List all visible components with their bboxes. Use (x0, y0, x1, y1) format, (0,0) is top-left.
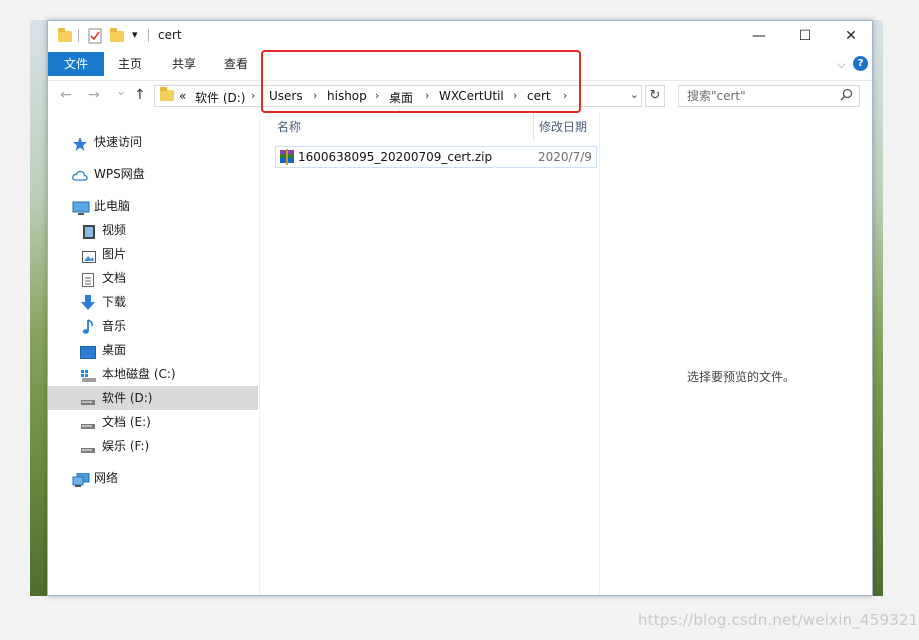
file-date-modified: 2020/7/9 (538, 150, 592, 164)
breadcrumb-users[interactable]: Users (269, 89, 303, 103)
search-box[interactable] (678, 85, 860, 107)
close-button[interactable]: ✕ (828, 21, 872, 51)
up-button[interactable]: ↑ (134, 87, 146, 103)
back-button[interactable]: ← (60, 87, 72, 103)
computer-icon (72, 199, 90, 215)
address-dropdown-icon[interactable]: ⌄ (630, 88, 639, 101)
column-header-date-modified[interactable]: 修改日期 (539, 118, 587, 135)
sidebar-item-videos[interactable]: 视频 (48, 218, 258, 242)
column-divider[interactable] (533, 112, 534, 142)
new-folder-icon[interactable] (110, 28, 124, 44)
cloud-icon (72, 167, 88, 181)
winrar-archive-icon (279, 149, 295, 165)
title-divider (148, 29, 149, 42)
sidebar-item-label: 文档 (E:) (102, 415, 151, 429)
sidebar-item-label: 软件 (D:) (102, 391, 153, 405)
tab-home[interactable]: 主页 (110, 52, 150, 76)
music-icon (82, 319, 98, 334)
network-icon (72, 471, 90, 487)
picture-icon (82, 247, 98, 263)
forward-button[interactable]: → (88, 87, 100, 103)
breadcrumb-desktop[interactable]: 桌面 (389, 89, 413, 106)
sidebar-item-label: 本地磁盘 (C:) (102, 367, 176, 381)
window-title: cert (158, 28, 182, 42)
watermark-text: https://blog.csdn.net/weixin_45932157 (638, 611, 919, 629)
file-list-pane: ^ 名称 修改日期 1600638095_20200709_cert.zip 2… (261, 110, 598, 595)
file-explorer-window: ▾ cert — ☐ ✕ 文件 主页 共享 查看 ⌵ ? ← → ⌄ ↑ « 软… (47, 20, 873, 596)
properties-icon[interactable] (88, 28, 102, 44)
preview-pane: 选择要预览的文件。 (599, 112, 872, 595)
drive-icon (80, 415, 96, 429)
recent-locations-button[interactable]: ⌄ (116, 84, 126, 98)
sidebar-item-label: 音乐 (102, 319, 127, 333)
sidebar-item-music[interactable]: 音乐 (48, 314, 258, 338)
document-icon (82, 271, 98, 287)
video-icon (82, 223, 98, 239)
sidebar-item-drive-f[interactable]: 娱乐 (F:) (48, 434, 258, 458)
sidebar-item-label: WPS网盘 (94, 167, 145, 181)
sidebar-item-drive-c[interactable]: 本地磁盘 (C:) (48, 362, 258, 386)
address-bar[interactable]: « 软件 (D:) › Users › hishop › 桌面 › WXCert… (154, 85, 642, 107)
title-bar: ▾ cert — ☐ ✕ (48, 21, 872, 51)
ribbon-collapse-icon[interactable]: ⌵ (837, 57, 846, 72)
folder-icon (58, 28, 72, 44)
sidebar-item-label: 下载 (102, 295, 127, 309)
sidebar-item-network[interactable]: 网络 (48, 466, 258, 490)
tab-view[interactable]: 查看 (216, 52, 256, 76)
sidebar-item-quick-access[interactable]: 快速访问 (48, 130, 258, 154)
system-drive-icon (80, 367, 96, 382)
sidebar-item-label: 娱乐 (F:) (102, 439, 150, 453)
sidebar-item-downloads[interactable]: 下载 (48, 290, 258, 314)
sidebar-item-label: 文档 (102, 271, 127, 285)
search-input[interactable] (687, 89, 837, 103)
breadcrumb-wxcertutil[interactable]: WXCertUtil (439, 89, 504, 103)
quick-access-divider (78, 29, 79, 42)
sidebar-item-label: 桌面 (102, 343, 127, 357)
breadcrumb-cert[interactable]: cert (527, 89, 551, 103)
maximize-button[interactable]: ☐ (782, 21, 828, 51)
folder-icon (160, 87, 174, 104)
search-icon[interactable] (840, 88, 853, 105)
breadcrumb-separator[interactable]: › (313, 89, 317, 102)
breadcrumb-overflow[interactable]: « (179, 89, 186, 103)
sort-ascending-icon: ^ (396, 110, 404, 120)
file-name: 1600638095_20200709_cert.zip (298, 150, 493, 164)
tab-share[interactable]: 共享 (164, 52, 204, 76)
sidebar-item-this-pc[interactable]: 此电脑 (48, 194, 258, 218)
breadcrumb-separator[interactable]: › (563, 89, 567, 102)
breadcrumb-drive-d[interactable]: 软件 (D:) (195, 89, 245, 106)
help-icon[interactable]: ? (853, 56, 868, 71)
file-row[interactable]: 1600638095_20200709_cert.zip 2020/7/9 (275, 146, 597, 168)
refresh-button[interactable]: ↻ (645, 85, 665, 107)
sidebar-item-label: 此电脑 (94, 199, 131, 213)
address-row: ← → ⌄ ↑ « 软件 (D:) › Users › hishop › 桌面 … (48, 80, 872, 110)
drive-icon (80, 439, 96, 453)
tab-file[interactable]: 文件 (48, 52, 104, 76)
minimize-button[interactable]: — (736, 21, 782, 51)
breadcrumb-separator[interactable]: › (251, 89, 255, 102)
sidebar-item-label: 视频 (102, 223, 127, 237)
quick-access-dropdown[interactable]: ▾ (132, 28, 138, 44)
breadcrumb-separator[interactable]: › (375, 89, 379, 102)
drive-icon (80, 391, 96, 405)
breadcrumb-separator[interactable]: › (425, 89, 429, 102)
sidebar-item-label: 快速访问 (94, 135, 143, 149)
breadcrumb-hishop[interactable]: hishop (327, 89, 367, 103)
sidebar-item-wps-drive[interactable]: WPS网盘 (48, 162, 258, 186)
sidebar-item-drive-e[interactable]: 文档 (E:) (48, 410, 258, 434)
sidebar-item-drive-d[interactable]: 软件 (D:) (48, 386, 258, 410)
sidebar-item-label: 图片 (102, 247, 127, 261)
sidebar-item-label: 网络 (94, 471, 119, 485)
ribbon-tabs: 文件 主页 共享 查看 ⌵ ? (48, 52, 872, 76)
star-icon (72, 135, 88, 151)
preview-message: 选择要预览的文件。 (686, 370, 795, 384)
desktop-icon (80, 343, 96, 359)
column-header-name[interactable]: 名称 (277, 118, 301, 135)
download-icon (80, 295, 96, 310)
navigation-pane: 快速访问 WPS网盘 此电脑 视频 图片 文档 下载 音乐 桌面 本地磁盘 (C… (48, 112, 260, 595)
sidebar-item-documents[interactable]: 文档 (48, 266, 258, 290)
breadcrumb-separator[interactable]: › (513, 89, 517, 102)
sidebar-item-pictures[interactable]: 图片 (48, 242, 258, 266)
sidebar-item-desktop[interactable]: 桌面 (48, 338, 258, 362)
